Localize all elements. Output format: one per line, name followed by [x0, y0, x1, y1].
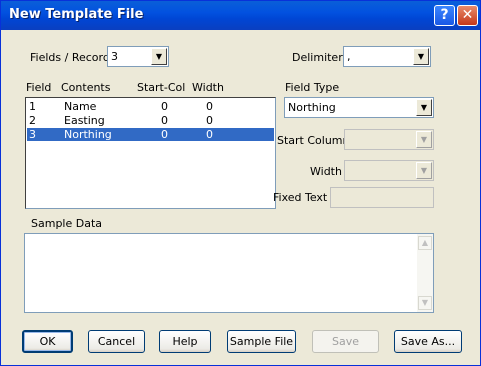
row-contents: Name: [64, 100, 97, 113]
chevron-down-icon[interactable]: ▼: [416, 131, 432, 148]
window-title: New Template File: [9, 7, 144, 22]
scroll-up-icon[interactable]: ▲: [418, 236, 432, 250]
fixed-text-label: Fixed Text: [273, 191, 328, 204]
row-width: 0: [206, 128, 213, 141]
row-start-col: 0: [161, 128, 168, 141]
vertical-scrollbar[interactable]: ▲ ▼: [417, 234, 433, 312]
delimiter-select[interactable]: , ▼: [343, 46, 431, 67]
cancel-button[interactable]: Cancel: [88, 330, 145, 353]
header-width: Width: [192, 81, 224, 94]
header-contents: Contents: [61, 81, 111, 94]
row-start-col: 0: [161, 114, 168, 127]
help-title-button[interactable]: ?: [434, 5, 455, 26]
sample-data-label: Sample Data: [31, 217, 103, 230]
fields-list[interactable]: 1 Name 0 0 2 Easting 0 0 3 Northing 0 0: [25, 97, 276, 209]
field-type-label: Field Type: [285, 81, 340, 94]
fields-per-record-select[interactable]: 3 ▼: [107, 46, 169, 67]
fixed-text-field[interactable]: [330, 187, 434, 208]
save-button[interactable]: Save: [312, 330, 379, 353]
chevron-down-icon[interactable]: ▼: [413, 48, 429, 65]
sample-data-textarea[interactable]: ▲ ▼: [24, 233, 434, 313]
chevron-down-icon[interactable]: ▼: [416, 99, 432, 116]
list-item[interactable]: 1 Name 0 0: [27, 100, 274, 113]
start-column-select[interactable]: ▼: [344, 129, 434, 150]
width-select[interactable]: ▼: [344, 160, 434, 181]
delimiter-label: Delimiter: [292, 51, 343, 64]
list-item-selected[interactable]: 3 Northing 0 0: [27, 128, 274, 141]
width-label: Width: [310, 165, 342, 178]
row-field: 2: [29, 114, 36, 127]
field-type-value: Northing: [288, 101, 336, 114]
header-start-col: Start-Col: [137, 81, 186, 94]
chevron-down-icon[interactable]: ▼: [416, 162, 432, 179]
start-column-label: Start Column: [277, 134, 350, 147]
row-width: 0: [206, 100, 213, 113]
row-contents: Northing: [64, 128, 112, 141]
row-contents: Easting: [64, 114, 105, 127]
sample-file-button[interactable]: Sample File: [227, 330, 296, 353]
row-width: 0: [206, 114, 213, 127]
delimiter-value: ,: [347, 50, 351, 63]
field-type-select[interactable]: Northing ▼: [284, 97, 434, 118]
row-field: 1: [29, 100, 36, 113]
row-start-col: 0: [161, 100, 168, 113]
header-field: Field: [26, 81, 52, 94]
close-button[interactable]: ✕: [457, 5, 478, 26]
dialog-window: New Template File ? ✕ Fields / Record 3 …: [0, 0, 481, 366]
scroll-down-icon[interactable]: ▼: [418, 296, 432, 310]
row-field: 3: [29, 128, 36, 141]
list-item[interactable]: 2 Easting 0 0: [27, 114, 274, 127]
help-button[interactable]: Help: [159, 330, 211, 353]
fields-per-record-label: Fields / Record: [30, 51, 110, 64]
save-as-button[interactable]: Save As...: [394, 330, 462, 353]
title-bar[interactable]: New Template File ? ✕: [1, 1, 480, 30]
chevron-down-icon[interactable]: ▼: [151, 48, 167, 65]
ok-button[interactable]: OK: [22, 330, 73, 353]
fields-per-record-value: 3: [111, 50, 118, 63]
